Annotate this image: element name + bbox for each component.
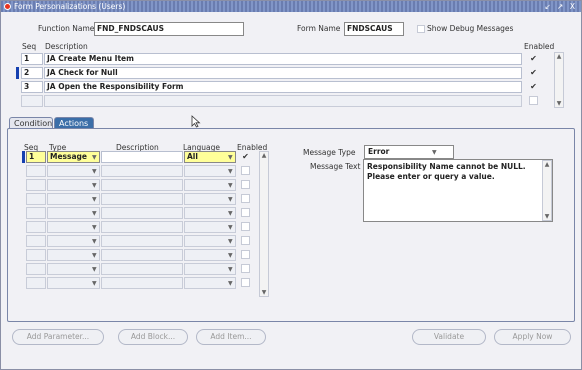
message-type-select[interactable]: Error — [364, 145, 454, 159]
rule-seq-4[interactable] — [21, 95, 43, 107]
action-enabled-checkbox[interactable] — [241, 264, 250, 273]
message-type-label: Message Type — [303, 148, 356, 157]
chevron-down-icon[interactable]: ▼ — [92, 182, 97, 189]
rules-row-indicators — [16, 53, 19, 111]
rule-description-2[interactable]: JA Check for Null — [44, 67, 522, 79]
action-seq-cell[interactable] — [26, 221, 46, 233]
add-item-button[interactable]: Add Item... — [196, 329, 266, 345]
action-enabled-checkbox[interactable] — [241, 166, 250, 175]
scroll-up-icon[interactable]: ▲ — [260, 152, 268, 159]
scroll-down-icon[interactable]: ▼ — [555, 100, 563, 107]
action-enabled-checkbox[interactable] — [241, 250, 250, 259]
scroll-down-icon[interactable]: ▼ — [543, 213, 551, 220]
scroll-up-icon[interactable]: ▲ — [543, 161, 551, 168]
action-seq-cell[interactable] — [26, 277, 46, 289]
chevron-down-icon[interactable]: ▼ — [228, 210, 233, 217]
action-seq-cell[interactable] — [26, 207, 46, 219]
chevron-down-icon[interactable]: ▼ — [92, 210, 97, 217]
mouse-pointer-icon — [191, 115, 201, 128]
title-bar: Form Personalizations (Users) ↙ ↗ X — [1, 1, 581, 12]
action-description-cell[interactable] — [101, 193, 183, 205]
rules-enabled-header: Enabled — [524, 42, 555, 51]
chevron-down-icon[interactable]: ▼ — [92, 266, 97, 273]
validate-button[interactable]: Validate — [412, 329, 486, 345]
rule-seq-1[interactable]: 1 — [21, 53, 43, 65]
rule-enabled-checkbox-4[interactable] — [529, 96, 538, 105]
chevron-down-icon[interactable]: ▼ — [92, 224, 97, 231]
type-dropdown-icon[interactable]: ▼ — [92, 154, 97, 161]
chevron-down-icon[interactable]: ▼ — [228, 280, 233, 287]
action-enabled-checkbox-1[interactable]: ✔ — [241, 152, 250, 161]
action-description-cell[interactable] — [101, 221, 183, 233]
action-seq-cell[interactable] — [26, 165, 46, 177]
add-block-button[interactable]: Add Block... — [118, 329, 188, 345]
action-enabled-checkbox[interactable] — [241, 194, 250, 203]
chevron-down-icon[interactable]: ▼ — [92, 280, 97, 287]
rule-enabled-checkbox-1[interactable]: ✔ — [529, 54, 538, 63]
window-title: Form Personalizations (Users) — [14, 2, 126, 11]
function-name-field[interactable]: FND_FNDSCAUS — [94, 22, 244, 36]
form-name-label: Form Name — [297, 24, 341, 33]
chevron-down-icon[interactable]: ▼ — [228, 168, 233, 175]
chevron-down-icon[interactable]: ▼ — [228, 196, 233, 203]
show-debug-checkbox[interactable] — [417, 25, 425, 33]
action-description-1[interactable] — [101, 151, 183, 163]
chevron-down-icon[interactable]: ▼ — [228, 252, 233, 259]
chevron-down-icon[interactable]: ▼ — [228, 238, 233, 245]
window-controls[interactable]: ↙ ↗ X — [545, 1, 577, 12]
message-text-scrollbar[interactable]: ▲ ▼ — [542, 160, 552, 221]
add-parameter-button[interactable]: Add Parameter... — [12, 329, 104, 345]
action-seq-cell[interactable] — [26, 179, 46, 191]
action-seq-1[interactable]: 1 — [26, 151, 46, 163]
message-text-label: Message Text — [310, 162, 361, 171]
show-debug-label: Show Debug Messages — [427, 24, 514, 33]
function-name-label: Function Name — [38, 24, 95, 33]
action-enabled-checkbox[interactable] — [241, 180, 250, 189]
form-name-field[interactable]: FNDSCAUS — [344, 22, 404, 36]
rules-description-header: Description — [45, 42, 88, 51]
actions-scrollbar[interactable]: ▲ ▼ — [259, 151, 269, 297]
chevron-down-icon[interactable]: ▼ — [92, 168, 97, 175]
action-seq-cell[interactable] — [26, 193, 46, 205]
rule-seq-3[interactable]: 3 — [21, 81, 43, 93]
rule-description-1[interactable]: JA Create Menu Item — [44, 53, 522, 65]
action-enabled-checkbox[interactable] — [241, 208, 250, 217]
rule-enabled-checkbox-3[interactable]: ✔ — [529, 82, 538, 91]
action-description-cell[interactable] — [101, 235, 183, 247]
message-text-area[interactable]: Responsibility Name cannot be NULL. Plea… — [363, 159, 553, 222]
scroll-up-icon[interactable]: ▲ — [555, 53, 563, 60]
chevron-down-icon[interactable]: ▼ — [92, 238, 97, 245]
rule-enabled-checkbox-2[interactable]: ✔ — [529, 68, 538, 77]
action-description-cell[interactable] — [101, 277, 183, 289]
chevron-down-icon[interactable]: ▼ — [92, 196, 97, 203]
action-seq-cell[interactable] — [26, 263, 46, 275]
action-enabled-checkbox[interactable] — [241, 236, 250, 245]
oracle-window-icon — [4, 3, 11, 10]
action-enabled-checkbox[interactable] — [241, 222, 250, 231]
action-current-indicator — [22, 151, 25, 163]
apply-now-button[interactable]: Apply Now — [494, 329, 571, 345]
rules-seq-header: Seq — [22, 42, 37, 51]
chevron-down-icon[interactable]: ▼ — [228, 224, 233, 231]
action-description-cell[interactable] — [101, 165, 183, 177]
scroll-down-icon[interactable]: ▼ — [260, 289, 268, 296]
message-type-dropdown-icon[interactable]: ▼ — [432, 149, 437, 156]
action-description-cell[interactable] — [101, 249, 183, 261]
chevron-down-icon[interactable]: ▼ — [228, 266, 233, 273]
language-dropdown-icon[interactable]: ▼ — [228, 154, 233, 161]
action-seq-cell[interactable] — [26, 249, 46, 261]
rule-seq-2[interactable]: 2 — [21, 67, 43, 79]
rule-description-3[interactable]: JA Open the Responsibility Form — [44, 81, 522, 93]
chevron-down-icon[interactable]: ▼ — [228, 182, 233, 189]
rule-description-4[interactable] — [44, 95, 522, 107]
form-personalizations-window: Form Personalizations (Users) ↙ ↗ X Func… — [0, 0, 582, 370]
action-description-cell[interactable] — [101, 263, 183, 275]
action-seq-cell[interactable] — [26, 235, 46, 247]
current-record-indicator — [16, 67, 19, 79]
action-description-cell[interactable] — [101, 179, 183, 191]
action-enabled-checkbox[interactable] — [241, 278, 250, 287]
rules-scrollbar[interactable]: ▲ ▼ — [554, 52, 564, 108]
action-description-cell[interactable] — [101, 207, 183, 219]
chevron-down-icon[interactable]: ▼ — [92, 252, 97, 259]
